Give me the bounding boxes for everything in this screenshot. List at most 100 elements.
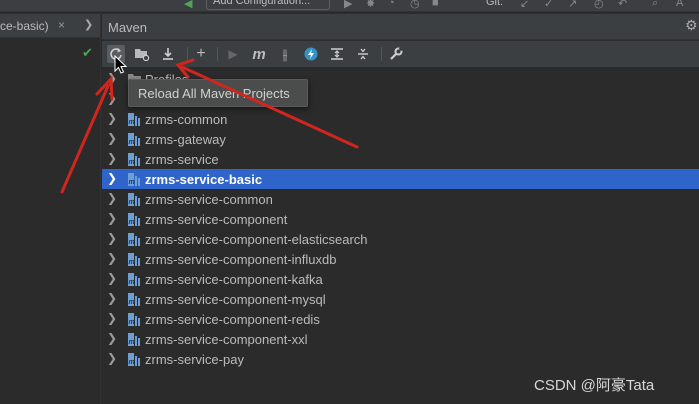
chevron-right-icon[interactable]: ❯ xyxy=(107,251,117,265)
maven-module-icon: m xyxy=(128,213,140,226)
run-icon[interactable]: ▶ xyxy=(344,0,352,10)
tooltip: Reload All Maven Projects xyxy=(128,79,308,107)
svg-text:m: m xyxy=(129,279,135,286)
git-label: Git: xyxy=(486,0,504,8)
tree-row-label: zrms-service-component-kafka xyxy=(145,272,323,287)
svg-text:m: m xyxy=(129,119,135,126)
chevron-right-icon[interactable]: ❯ xyxy=(107,311,117,325)
build-icon[interactable]: ◀ xyxy=(184,0,192,10)
tree-row-label: zrms-service-component-elasticsearch xyxy=(145,232,368,247)
run-configuration-select[interactable]: Add Configuration... xyxy=(206,0,330,10)
debug-icon[interactable]: ✸ xyxy=(366,0,375,10)
tree-row-label: zrms-service-component-xxl xyxy=(145,332,308,347)
chevron-right-icon[interactable]: ❯ xyxy=(107,151,117,165)
download-icon xyxy=(163,48,173,60)
rollback-icon[interactable]: ↶ xyxy=(618,0,627,10)
checkmark-icon: ✔ xyxy=(82,45,93,60)
update-project-icon[interactable]: ↙ xyxy=(520,0,529,10)
chevron-right-icon[interactable]: ❯ xyxy=(107,91,117,105)
tree-row[interactable]: ❯ m zrms-common xyxy=(102,109,699,129)
maven-settings-button[interactable] xyxy=(387,45,405,63)
tree-row-label: zrms-service-common xyxy=(145,192,273,207)
gear-icon[interactable]: ⚙ xyxy=(685,17,698,34)
chevron-down-icon[interactable]: ❯ xyxy=(84,18,93,31)
chevron-right-icon[interactable]: ❯ xyxy=(107,171,117,185)
show-dependencies-icon xyxy=(331,48,343,60)
toolbar-separator xyxy=(217,47,218,61)
tree-row[interactable]: ❯ m zrms-service xyxy=(102,149,699,169)
history-icon[interactable]: ◴ xyxy=(594,0,604,10)
tree-row-label: zrms-common xyxy=(145,112,228,127)
commit-icon[interactable]: ✓ xyxy=(544,0,553,10)
svg-text:m: m xyxy=(129,159,135,166)
skip-tests-button[interactable] xyxy=(302,45,320,63)
tree-row[interactable]: ❯ m zrms-service-common xyxy=(102,189,699,209)
tree-row-label: zrms-service-basic xyxy=(145,172,263,187)
svg-text:m: m xyxy=(129,139,135,146)
editor-tab[interactable]: ce-basic) × ❯ xyxy=(0,14,100,38)
toolbar-separator xyxy=(187,47,188,61)
generate-sources-button[interactable] xyxy=(133,45,151,63)
chevron-right-icon[interactable]: ❯ xyxy=(107,111,117,125)
tree-row[interactable]: ❯ m zrms-service-pay xyxy=(102,349,699,369)
tree-row[interactable]: ❯ m zrms-service-component-elasticsearch xyxy=(102,229,699,249)
tree-row[interactable]: ❯ m zrms-service-component-redis xyxy=(102,309,699,329)
chevron-right-icon[interactable]: ❯ xyxy=(107,351,117,365)
tree-row[interactable]: ❯ m zrms-service-component-xxl xyxy=(102,329,699,349)
tree-row[interactable]: ❯ m zrms-service-basic xyxy=(102,169,699,189)
toggle-offline-mode-button[interactable]: ⫲ xyxy=(276,45,294,63)
run-maven-build-button[interactable]: ▶ xyxy=(224,45,242,63)
download-sources-button[interactable] xyxy=(159,45,177,63)
maven-module-icon: m xyxy=(128,153,140,166)
maven-module-icon: m xyxy=(128,253,140,266)
svg-text:m: m xyxy=(129,299,135,306)
tree-row[interactable]: ❯ m zrms-service-component xyxy=(102,209,699,229)
maven-module-icon: m xyxy=(128,333,140,346)
maven-module-icon: m xyxy=(128,193,140,206)
execute-maven-goal-button[interactable]: m xyxy=(250,45,268,63)
close-icon[interactable]: × xyxy=(58,18,65,32)
push-icon[interactable]: ↗ xyxy=(568,0,577,10)
maven-module-icon: m xyxy=(128,133,140,146)
generate-sources-icon xyxy=(135,49,150,61)
chevron-right-icon[interactable]: ❯ xyxy=(107,131,117,145)
editor-tab-label: ce-basic) xyxy=(0,19,49,33)
collapse-all-button[interactable] xyxy=(354,45,372,63)
stop-icon[interactable]: ■ xyxy=(432,0,439,9)
chevron-right-icon[interactable]: ❯ xyxy=(107,331,117,345)
tree-row-label: zrms-service-component-redis xyxy=(145,312,320,327)
maven-module-icon: m xyxy=(128,353,140,366)
tree-row-label: zrms-gateway xyxy=(145,132,226,147)
chevron-right-icon[interactable]: ❯ xyxy=(107,271,117,285)
wrench-icon xyxy=(390,47,403,60)
translate-icon[interactable]: A xyxy=(676,0,683,9)
maven-module-icon: m xyxy=(128,173,140,186)
editor-area: ce-basic) × ❯ ✔ xyxy=(0,12,101,404)
svg-text:m: m xyxy=(129,319,135,326)
maven-title: Maven xyxy=(108,20,148,35)
maven-module-icon: m xyxy=(128,273,140,286)
chevron-right-icon[interactable]: ❯ xyxy=(107,211,117,225)
mouse-cursor-icon xyxy=(114,55,128,74)
chevron-right-icon[interactable]: ❯ xyxy=(107,231,117,245)
add-maven-project-button[interactable]: + xyxy=(192,45,210,63)
profile-icon[interactable]: ◷ xyxy=(410,0,420,10)
svg-text:m: m xyxy=(129,339,135,346)
search-icon[interactable]: ⌕ xyxy=(652,0,658,10)
chevron-right-icon[interactable]: ❯ xyxy=(107,291,117,305)
coverage-icon[interactable]: ◔ xyxy=(388,0,395,9)
watermark: CSDN @阿豪Tata xyxy=(534,377,655,394)
tree-row[interactable]: ❯ m zrms-service-component-mysql xyxy=(102,289,699,309)
tree-row[interactable]: ❯ m zrms-service-component-influxdb xyxy=(102,249,699,269)
maven-module-icon: m xyxy=(128,233,140,246)
tree-row[interactable]: ❯ m zrms-gateway xyxy=(102,129,699,149)
tree-row-label: zrms-service-component xyxy=(145,212,288,227)
chevron-right-icon[interactable]: ❯ xyxy=(107,191,117,205)
tree-row-label: zrms-service-pay xyxy=(145,352,244,367)
tree-row-label: zrms-service xyxy=(145,152,219,167)
toolbar-separator xyxy=(381,47,382,61)
tree-row[interactable]: ❯ m zrms-service-component-kafka xyxy=(102,269,699,289)
svg-text:m: m xyxy=(129,199,135,206)
show-dependencies-button[interactable] xyxy=(328,45,346,63)
maven-module-icon: m xyxy=(128,113,140,126)
